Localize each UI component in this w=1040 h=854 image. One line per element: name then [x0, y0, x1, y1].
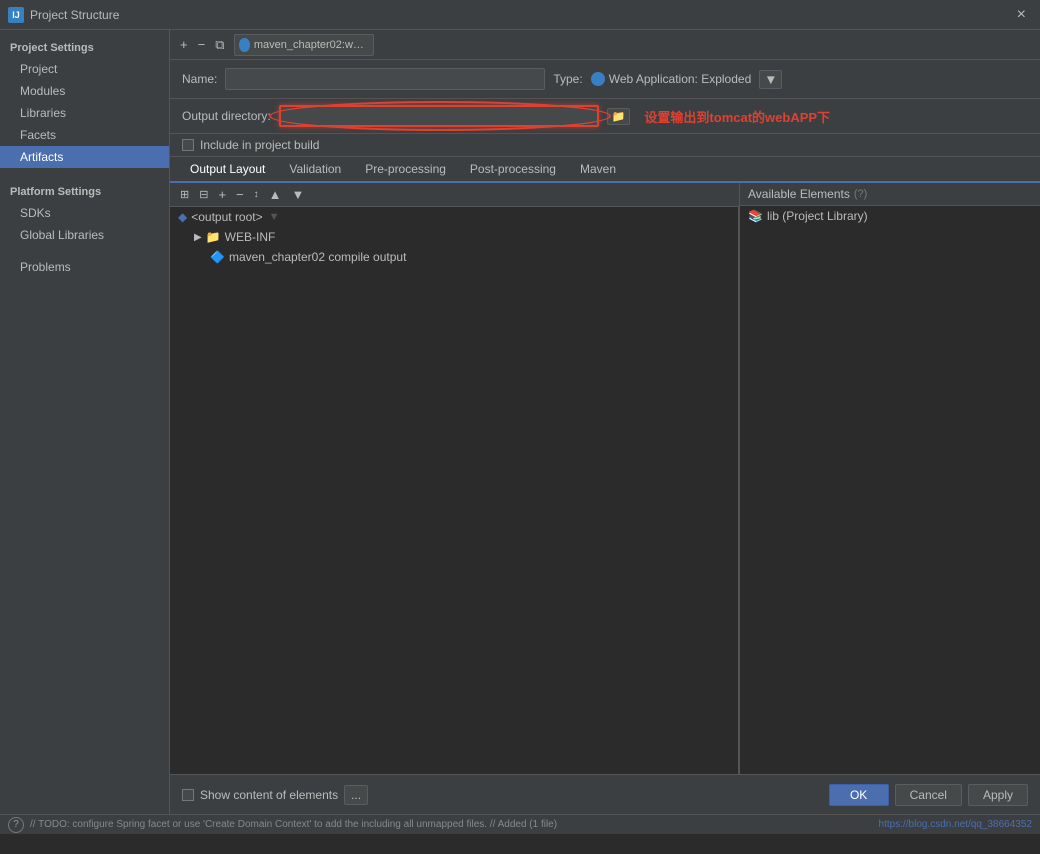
tree-item-web-inf[interactable]: ▶ 📁 WEB-INF	[170, 227, 738, 247]
tabs-bar: Output Layout Validation Pre-processing …	[170, 157, 1040, 183]
show-content-row: Show content of elements ...	[182, 785, 368, 805]
tree-down-btn[interactable]: ▼	[288, 185, 309, 204]
tab-validation[interactable]: Validation	[277, 157, 353, 183]
dialog-buttons: OK Cancel Apply	[829, 784, 1028, 806]
ok-button[interactable]: OK	[829, 784, 889, 806]
platform-settings-header: Platform Settings	[0, 178, 169, 202]
tree-sort-btn[interactable]: ↕	[250, 187, 263, 202]
output-dir-label: Output directory:	[182, 109, 271, 123]
help-button[interactable]: ?	[8, 817, 24, 833]
sidebar-item-modules[interactable]: Modules	[0, 80, 169, 102]
available-elements-panel: Available Elements (?) 📚 lib (Project Li…	[740, 183, 1040, 774]
selected-artifact-label: maven_chapter02:war exploded	[254, 39, 370, 51]
sidebar-item-facets[interactable]: Facets	[0, 124, 169, 146]
output-dir-input[interactable]	[279, 105, 599, 127]
help-icon[interactable]: (?)	[854, 188, 867, 200]
tree-panel: ◆ <output root> ▼ ▶ 📁 WEB-INF 🔷 maven_ch…	[170, 207, 739, 774]
content-toolbar: + − ⧉ maven_chapter02:war exploded	[170, 30, 1040, 60]
type-label: Type:	[553, 72, 582, 86]
browse-folder-button[interactable]: 📁	[607, 108, 631, 125]
cancel-button[interactable]: Cancel	[895, 784, 962, 806]
available-elements-header: Available Elements (?)	[740, 183, 1040, 206]
avail-item-lib[interactable]: 📚 lib (Project Library)	[740, 206, 1040, 226]
main-layout: Project Settings Project Modules Librari…	[0, 30, 1040, 814]
name-input[interactable]	[225, 68, 545, 90]
dots-button[interactable]: ...	[344, 785, 368, 805]
type-icon	[591, 72, 605, 86]
close-button[interactable]: ×	[1011, 4, 1032, 26]
title-bar: IJ Project Structure ×	[0, 0, 1040, 30]
tree-section: ⊞ ⊟ + − ↕ ▲ ▼ ◆ <output root> ▼	[170, 183, 740, 774]
tree-toolbar: ⊞ ⊟ + − ↕ ▲ ▼	[170, 183, 739, 207]
annotation-text: 设置输出到tomcat的webAPP下	[644, 107, 830, 126]
sidebar-item-artifacts[interactable]: Artifacts	[0, 146, 169, 168]
sidebar-item-project[interactable]: Project	[0, 58, 169, 80]
status-bar: ? // TODO: configure Spring facet or use…	[0, 814, 1040, 834]
output-root-label: <output root>	[191, 210, 262, 224]
layout-area: ⊞ ⊟ + − ↕ ▲ ▼ ◆ <output root> ▼	[170, 183, 1040, 774]
tree-expand-btn[interactable]: ⊞	[176, 186, 193, 203]
lib-icon: 📚	[748, 209, 763, 223]
web-inf-arrow: ▶	[194, 232, 202, 243]
tab-pre-processing[interactable]: Pre-processing	[353, 157, 458, 183]
type-value-box: Web Application: Exploded ▼	[591, 70, 783, 89]
app-icon: IJ	[8, 7, 24, 23]
type-value: Web Application: Exploded	[609, 72, 752, 86]
output-dir-row: Output directory: 📁 设置输出到tomcat的webAPP下	[170, 99, 1040, 134]
show-content-label: Show content of elements	[200, 788, 338, 802]
tree-add-btn[interactable]: +	[214, 185, 230, 204]
available-elements-title: Available Elements	[748, 187, 850, 201]
type-dropdown-btn[interactable]: ▼	[759, 70, 782, 89]
tree-up-btn[interactable]: ▲	[265, 185, 286, 204]
tree-item-module-source[interactable]: 🔷 maven_chapter02 compile output	[170, 247, 738, 267]
tree-item-output-root[interactable]: ◆ <output root> ▼	[170, 207, 738, 227]
sidebar-item-global-libraries[interactable]: Global Libraries	[0, 224, 169, 246]
remove-button[interactable]: −	[194, 35, 210, 54]
tab-post-processing[interactable]: Post-processing	[458, 157, 568, 183]
tree-collapse-btn[interactable]: ⊟	[195, 186, 212, 203]
tree-remove-btn[interactable]: −	[232, 185, 248, 204]
content-area: + − ⧉ maven_chapter02:war exploded Name:…	[170, 30, 1040, 814]
sidebar-item-libraries[interactable]: Libraries	[0, 102, 169, 124]
folder-icon: 📁	[206, 230, 221, 244]
copy-button[interactable]: ⧉	[211, 35, 228, 55]
show-content-checkbox[interactable]	[182, 789, 194, 801]
module-source-icon: 🔷	[210, 250, 225, 264]
include-label: Include in project build	[200, 138, 319, 152]
web-inf-label: WEB-INF	[225, 230, 276, 244]
name-label: Name:	[182, 72, 217, 86]
apply-button[interactable]: Apply	[968, 784, 1028, 806]
sidebar: Project Settings Project Modules Librari…	[0, 30, 170, 814]
output-root-arrow: ▼	[269, 211, 280, 223]
include-checkbox[interactable]	[182, 139, 194, 151]
bottom-bar: Show content of elements ... OK Cancel A…	[170, 774, 1040, 814]
sidebar-item-sdks[interactable]: SDKs	[0, 202, 169, 224]
sidebar-item-problems[interactable]: Problems	[0, 256, 169, 278]
project-settings-header: Project Settings	[0, 34, 169, 58]
module-source-label: maven_chapter02 compile output	[229, 250, 406, 264]
output-root-icon: ◆	[178, 210, 187, 224]
artifact-type-icon	[239, 38, 249, 52]
status-text: // TODO: configure Spring facet or use '…	[30, 819, 557, 830]
include-row: Include in project build	[170, 134, 1040, 157]
tab-maven[interactable]: Maven	[568, 157, 628, 183]
artifact-header: Name: Type: Web Application: Exploded ▼	[170, 60, 1040, 99]
name-row: Name: Type: Web Application: Exploded ▼	[182, 68, 1028, 90]
lib-label: lib (Project Library)	[767, 209, 868, 223]
blog-url: https://blog.csdn.net/qq_38664352	[879, 819, 1032, 830]
tab-output-layout[interactable]: Output Layout	[178, 157, 277, 183]
add-button[interactable]: +	[176, 35, 192, 54]
status-left: ? // TODO: configure Spring facet or use…	[8, 817, 557, 833]
window-title: Project Structure	[30, 8, 1011, 22]
